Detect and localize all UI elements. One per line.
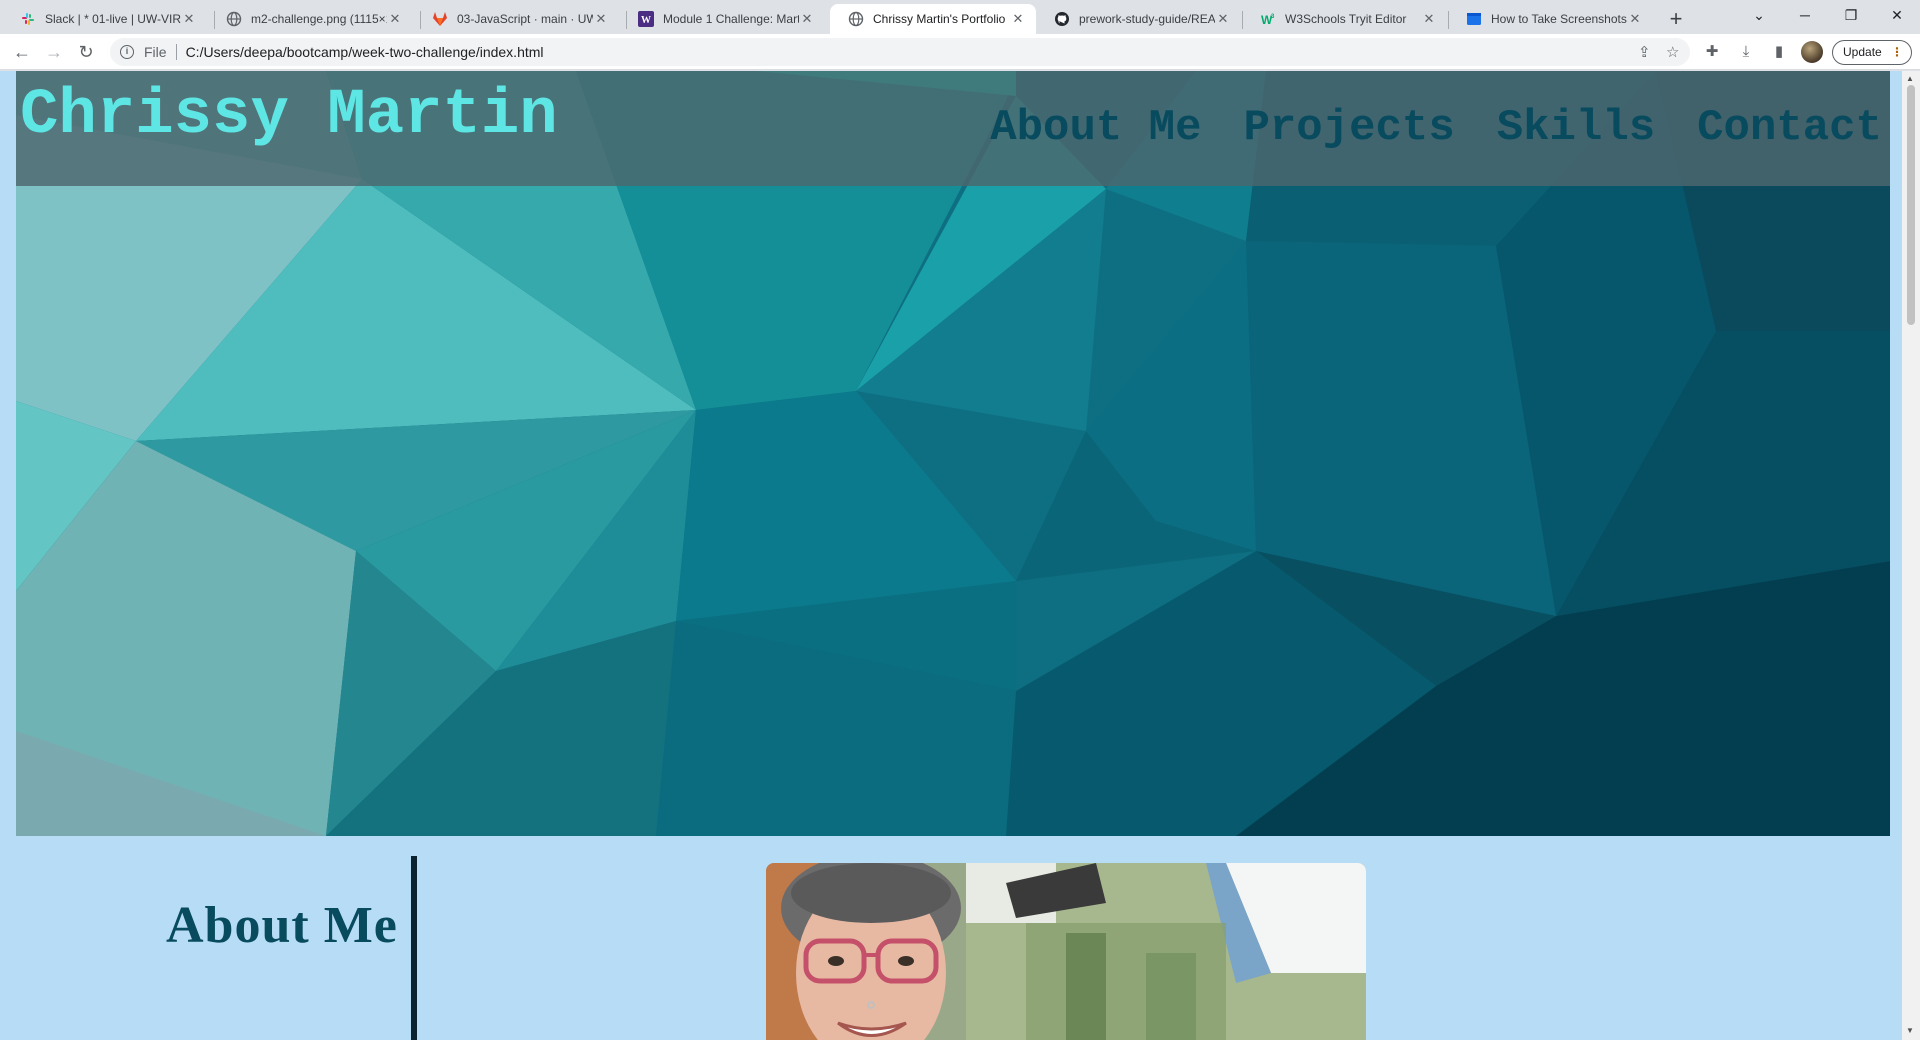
docs-icon: [1466, 11, 1482, 27]
tab-title: m2-challenge.png (1115×1000): [251, 12, 387, 26]
globe-icon: [226, 11, 242, 27]
close-icon[interactable]: ✕: [1010, 11, 1026, 27]
nav-link-contact[interactable]: Contact: [1697, 101, 1882, 156]
tab-title: prework-study-guide/README: [1079, 12, 1215, 26]
close-icon[interactable]: ✕: [387, 11, 403, 27]
browser-toolbar: ← → ↻ i File C:/Users/deepa/bootcamp/wee…: [0, 34, 1920, 70]
page-viewport: Chrissy Martin About Me Projects Skills …: [0, 71, 1902, 1040]
github-icon: [1054, 11, 1070, 27]
site-header: Chrissy Martin About Me Projects Skills …: [16, 71, 1890, 186]
address-scheme-label: File: [144, 44, 167, 60]
nav-link-projects[interactable]: Projects: [1243, 101, 1454, 156]
back-icon[interactable]: ←: [8, 38, 36, 66]
restore-icon[interactable]: ❐: [1828, 0, 1874, 30]
about-divider: [411, 856, 417, 1040]
close-icon[interactable]: ✕: [593, 11, 609, 27]
share-icon[interactable]: ⇪: [1638, 43, 1651, 61]
forward-icon[interactable]: →: [40, 38, 68, 66]
svg-text:W: W: [641, 15, 651, 26]
tab-javascript[interactable]: 03-JavaScript · main · UWA ✕: [414, 4, 619, 34]
update-button-label: Update: [1843, 45, 1882, 59]
tab-title: W3Schools Tryit Editor: [1285, 12, 1407, 26]
tab-slack[interactable]: Slack | * 01-live | UW-VIRT-FSF-PT-09-20…: [2, 4, 207, 34]
address-divider: [175, 44, 177, 60]
close-window-icon[interactable]: ✕: [1874, 0, 1920, 30]
scroll-up-icon[interactable]: ▲: [1906, 74, 1914, 83]
uw-icon: W: [638, 11, 654, 27]
tab-title: Module 1 Challenge: Martin: [663, 12, 799, 26]
address-url[interactable]: C:/Users/deepa/bootcamp/week-two-challen…: [186, 44, 544, 60]
address-bar[interactable]: i File C:/Users/deepa/bootcamp/week-two-…: [110, 38, 1690, 66]
close-icon[interactable]: ✕: [1627, 11, 1643, 27]
tab-module-challenge[interactable]: W Module 1 Challenge: Martin ✕: [620, 4, 825, 34]
tab-title: Chrissy Martin's Portfolio: [873, 12, 1006, 26]
tab-portfolio[interactable]: Chrissy Martin's Portfolio ✕: [830, 4, 1036, 34]
profile-photo: [766, 863, 1366, 1040]
nav-link-skills[interactable]: Skills: [1497, 101, 1655, 156]
svg-text:3: 3: [1271, 14, 1275, 20]
tab-strip: Slack | * 01-live | UW-VIRT-FSF-PT-09-20…: [0, 0, 1920, 34]
globe-icon: [848, 11, 864, 27]
minimize-icon[interactable]: ─: [1782, 0, 1828, 30]
reload-icon[interactable]: ↻: [72, 38, 100, 66]
tab-w3schools[interactable]: W3 W3Schools Tryit Editor ✕: [1242, 4, 1447, 34]
close-icon[interactable]: ✕: [1215, 11, 1231, 27]
tab-prework[interactable]: prework-study-guide/README ✕: [1036, 4, 1241, 34]
nav-link-about-me[interactable]: About Me: [990, 101, 1201, 156]
page-scrollbar[interactable]: ▲ ▼: [1902, 71, 1920, 1040]
tab-title: 03-JavaScript · main · UWA: [457, 12, 593, 26]
side-panel-icon[interactable]: ▮: [1768, 42, 1790, 62]
close-icon[interactable]: ✕: [799, 11, 815, 27]
extensions-icon[interactable]: ✚: [1701, 42, 1723, 62]
info-icon[interactable]: i: [120, 45, 134, 59]
slack-icon: [20, 11, 36, 27]
new-tab-button[interactable]: +: [1662, 6, 1690, 34]
site-nav: About Me Projects Skills Contact: [990, 101, 1882, 156]
menu-icon[interactable]: ⋮: [1891, 41, 1903, 64]
gitlab-icon: [432, 11, 448, 27]
close-icon[interactable]: ✕: [1421, 11, 1437, 27]
tab-screenshots[interactable]: How to Take Screenshots on ✕: [1448, 4, 1653, 34]
tab-title: How to Take Screenshots on: [1491, 12, 1627, 26]
close-icon[interactable]: ✕: [181, 11, 197, 27]
bookmark-star-icon[interactable]: ☆: [1666, 43, 1679, 61]
profile-avatar[interactable]: [1801, 41, 1823, 63]
tab-search-icon[interactable]: ⌄: [1736, 0, 1782, 30]
site-title: Chrissy Martin: [20, 80, 558, 152]
scrollbar-thumb[interactable]: [1907, 85, 1915, 325]
tab-title: Slack | * 01-live | UW-VIRT-FSF-PT-09-20…: [45, 12, 181, 26]
scroll-down-icon[interactable]: ▼: [1906, 1026, 1914, 1035]
update-button[interactable]: Update ⋮: [1832, 40, 1912, 65]
w3schools-icon: W3: [1260, 11, 1276, 27]
tab-m2-challenge[interactable]: m2-challenge.png (1115×1000) ✕: [208, 4, 413, 34]
about-me-heading: About Me: [166, 897, 398, 954]
download-icon[interactable]: ⤓: [1735, 42, 1757, 62]
